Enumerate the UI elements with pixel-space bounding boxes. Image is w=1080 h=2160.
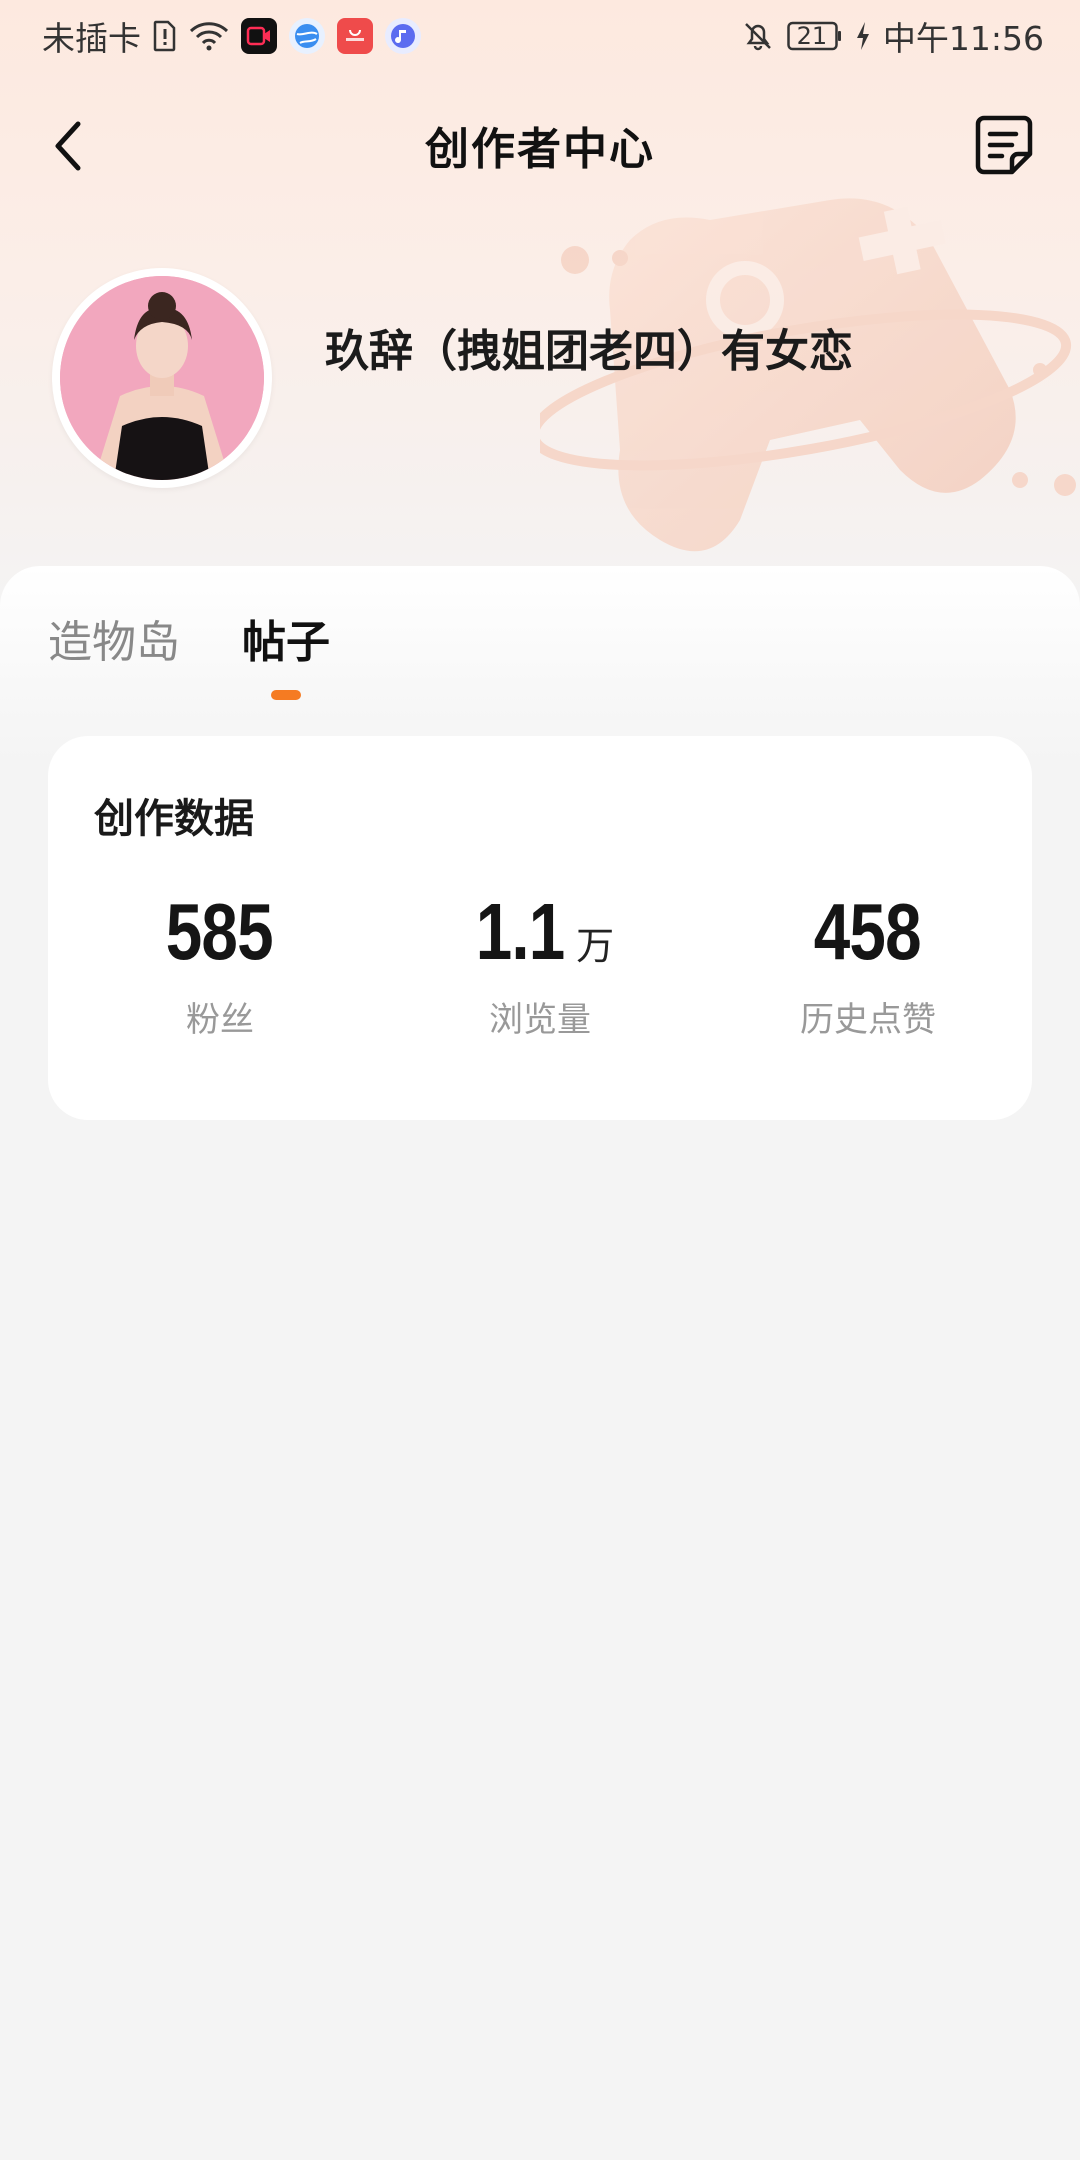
- tab-zaowudao[interactable]: 造物岛: [48, 606, 180, 670]
- stat-followers[interactable]: 585 粉丝: [56, 886, 384, 1041]
- stat-unit: 万: [576, 924, 615, 968]
- tab-label: 造物岛: [48, 617, 180, 668]
- status-left: 未插卡: [42, 12, 421, 60]
- stat-views[interactable]: 1.1 万 浏览量: [376, 886, 704, 1041]
- bell-off-icon: [741, 19, 775, 53]
- stat-number: 458: [802, 886, 934, 982]
- huawei-appgallery-icon: [337, 18, 373, 54]
- card-title: 创作数据: [94, 796, 254, 842]
- battery-level: 21: [796, 22, 828, 50]
- stat-label: 浏览量: [489, 1000, 591, 1040]
- tab-posts[interactable]: 帖子: [242, 606, 330, 700]
- stat-likes[interactable]: 458 历史点赞: [704, 886, 1032, 1041]
- sim-icon: [153, 20, 177, 52]
- music-app-icon: [385, 18, 421, 54]
- video-app-icon: [241, 18, 277, 54]
- carrier-text: 未插卡: [42, 19, 141, 58]
- stat-number: 1.1 万: [466, 886, 614, 982]
- note-icon: [975, 115, 1033, 175]
- username: 玖辞（拽姐团老四）有女恋: [325, 326, 853, 377]
- wifi-icon: [189, 20, 229, 52]
- status-bar: 未插卡 21 中午11:56: [0, 0, 1080, 72]
- stat-value: 585: [165, 887, 273, 976]
- back-button[interactable]: [44, 116, 100, 176]
- stat-value: 458: [813, 887, 921, 976]
- stat-number: 585: [154, 886, 286, 982]
- notes-button[interactable]: [972, 112, 1036, 178]
- creation-stats-card: 创作数据 585 粉丝 1.1 万 浏览量 458 历史点赞: [48, 736, 1032, 1120]
- tab-label: 帖子: [242, 617, 330, 668]
- gamepad-illustration: [540, 198, 1076, 552]
- chevron-left-icon: [55, 121, 81, 171]
- charging-icon: [855, 21, 871, 51]
- stat-value: 1.1: [475, 887, 566, 976]
- stat-label: 历史点赞: [800, 1000, 936, 1040]
- status-right: 21 中午11:56: [741, 12, 1044, 60]
- tab-bar: 造物岛 帖子: [48, 606, 330, 700]
- page-title: 创作者中心: [425, 124, 655, 175]
- battery-icon: 21: [787, 21, 843, 51]
- avatar[interactable]: [52, 268, 272, 488]
- stat-label: 粉丝: [186, 1000, 254, 1040]
- content-panel: 造物岛 帖子 创作数据 585 粉丝 1.1 万 浏览量 458 历史点赞: [0, 566, 1080, 2160]
- avatar-image: [60, 276, 264, 480]
- active-tab-indicator: [271, 690, 301, 700]
- clock-text: 中午11:56: [882, 19, 1044, 58]
- top-app-bar: 创作者中心: [0, 100, 1080, 190]
- stats-row: 585 粉丝 1.1 万 浏览量 458 历史点赞: [48, 886, 1032, 1041]
- browser-app-icon: [289, 18, 325, 54]
